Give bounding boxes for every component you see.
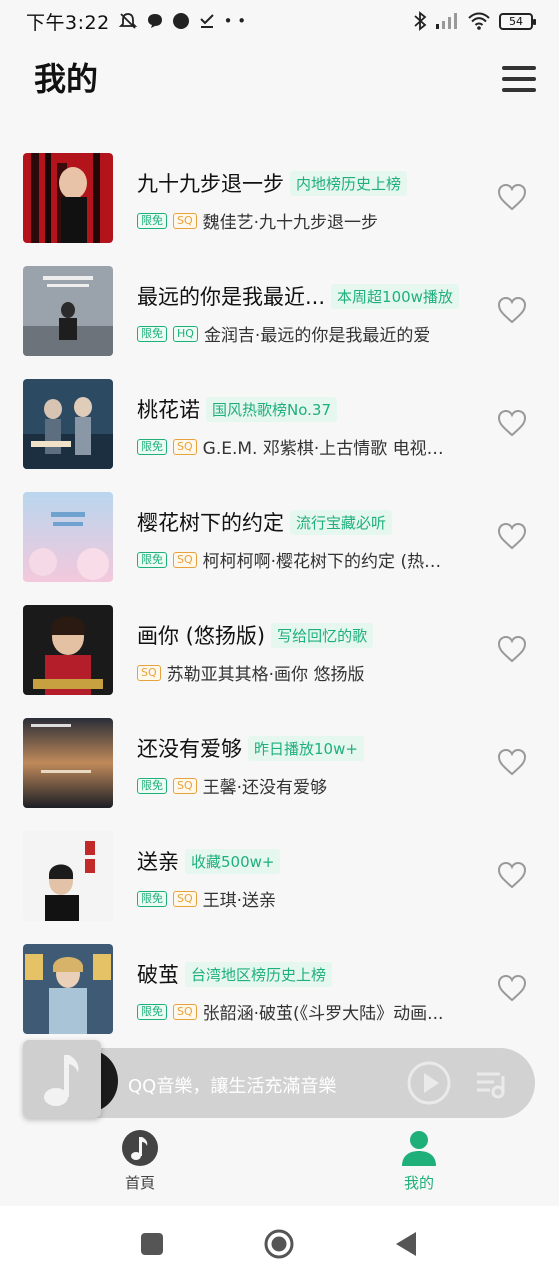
- sq-badge: SQ: [173, 438, 197, 455]
- album-cover: [23, 718, 113, 808]
- more-notifications-icon: • •: [223, 12, 247, 30]
- heart-icon[interactable]: [496, 634, 528, 664]
- song-artist: G.E.M. 邓紫棋·上古情歌 电视剧...: [202, 439, 453, 459]
- record-dot-icon: [172, 13, 189, 29]
- song-title: 画你 (悠扬版): [137, 624, 266, 648]
- heart-icon[interactable]: [496, 860, 528, 890]
- system-nav-bar: [0, 1206, 559, 1280]
- song-artist: 魏佳艺·九十九步退一步: [202, 213, 379, 233]
- chat-bubble-icon: [147, 14, 162, 28]
- heart-icon[interactable]: [496, 182, 528, 212]
- sq-badge: SQ: [173, 890, 197, 907]
- free-badge: 限免: [137, 438, 167, 455]
- heart-icon[interactable]: [496, 973, 528, 1003]
- song-artist: 苏勒亚其其格·画你 悠扬版: [166, 665, 365, 685]
- back-icon[interactable]: [390, 1228, 422, 1260]
- album-cover: [23, 831, 113, 921]
- play-icon[interactable]: [406, 1060, 452, 1106]
- free-badge: 限免: [137, 325, 167, 342]
- tab-home[interactable]: 首頁: [90, 1128, 190, 1202]
- song-title: 樱花树下的约定: [137, 511, 284, 535]
- song-row[interactable]: 桃花诺 国风热歌榜No.37 限免 SQ G.E.M. 邓紫棋·上古情歌 电视剧…: [0, 366, 559, 479]
- status-bar: 下午3:22 • • 54: [0, 0, 559, 42]
- hamburger-menu-icon[interactable]: [502, 64, 536, 94]
- music-note-icon: [44, 1055, 79, 1106]
- song-row[interactable]: 最远的你是我最近... 本周超100w播放 限免 HQ 金润吉·最远的你是我最近…: [0, 253, 559, 366]
- free-badge: 限免: [137, 551, 167, 568]
- song-artist: 张韶涵·破茧(《斗罗大陆》动画...: [202, 1004, 444, 1024]
- sq-badge: SQ: [173, 1003, 197, 1020]
- download-check-icon: [199, 14, 214, 28]
- bottom-tab-bar: 首頁 我的: [0, 1122, 559, 1206]
- heart-icon[interactable]: [496, 521, 528, 551]
- battery-icon: 54: [499, 12, 536, 30]
- album-cover: [23, 492, 113, 582]
- album-cover: [23, 153, 113, 243]
- bluetooth-icon: [414, 11, 427, 31]
- song-artist: 王馨·还没有爱够: [202, 778, 328, 798]
- recent-apps-icon[interactable]: [136, 1228, 168, 1260]
- tab-home-label: 首頁: [124, 1174, 155, 1192]
- tab-mine[interactable]: 我的: [369, 1128, 469, 1202]
- song-tag: 写给回忆的歌: [271, 622, 374, 648]
- free-badge: 限免: [137, 212, 167, 229]
- mini-player-cover[interactable]: [23, 1040, 101, 1118]
- battery-level: 54: [509, 14, 523, 28]
- song-tag: 收藏500w+: [185, 848, 281, 874]
- free-badge: 限免: [137, 1003, 167, 1020]
- song-row[interactable]: 樱花树下的约定 流行宝藏必听 限免 SQ 柯柯柯啊·樱花树下的约定 (热搜...: [0, 479, 559, 592]
- song-row[interactable]: 九十九步退一步 内地榜历史上榜 限免 SQ 魏佳艺·九十九步退一步: [0, 140, 559, 253]
- mini-player-text: QQ音樂，讓生活充滿音樂: [128, 1076, 337, 1097]
- free-badge: 限免: [137, 777, 167, 794]
- song-tag: 内地榜历史上榜: [290, 170, 408, 196]
- album-cover: [23, 266, 113, 356]
- heart-icon[interactable]: [496, 408, 528, 438]
- hq-badge: HQ: [173, 325, 198, 342]
- music-disc-icon: [122, 1130, 158, 1166]
- song-title: 九十九步退一步: [137, 172, 284, 196]
- mute-notification-icon: [118, 13, 137, 29]
- song-tag: 流行宝藏必听: [290, 509, 393, 535]
- album-cover: [23, 605, 113, 695]
- song-row[interactable]: 送亲 收藏500w+ 限免 SQ 王琪·送亲: [0, 818, 559, 931]
- song-tag: 本周超100w播放: [331, 283, 459, 309]
- page-header: 我的: [0, 42, 559, 120]
- sq-badge: SQ: [173, 212, 197, 229]
- free-badge: 限免: [137, 890, 167, 907]
- wifi-icon: [468, 12, 490, 30]
- song-title: 送亲: [137, 850, 179, 874]
- status-time: 下午3:22: [26, 11, 110, 34]
- song-title: 最远的你是我最近...: [137, 285, 326, 309]
- song-row[interactable]: 还没有爱够 昨日播放10w+ 限免 SQ 王馨·还没有爱够: [0, 705, 559, 818]
- song-tag: 台湾地区榜历史上榜: [185, 961, 333, 987]
- song-artist: 王琪·送亲: [202, 891, 277, 911]
- song-title: 桃花诺: [137, 398, 200, 422]
- home-button-icon[interactable]: [263, 1228, 295, 1260]
- sq-badge: SQ: [173, 777, 197, 794]
- song-list: 九十九步退一步 内地榜历史上榜 限免 SQ 魏佳艺·九十九步退一步 最远的你是我…: [0, 140, 559, 1044]
- song-title: 破茧: [137, 963, 179, 987]
- song-artist: 柯柯柯啊·樱花树下的约定 (热搜...: [202, 552, 453, 572]
- song-tag: 昨日播放10w+: [248, 735, 364, 761]
- song-tag: 国风热歌榜No.37: [206, 396, 337, 422]
- song-row[interactable]: 破茧 台湾地区榜历史上榜 限免 SQ 张韶涵·破茧(《斗罗大陆》动画...: [0, 931, 559, 1044]
- song-artist: 金润吉·最远的你是我最近的爱: [203, 326, 431, 346]
- user-icon: [402, 1131, 436, 1166]
- heart-icon[interactable]: [496, 747, 528, 777]
- page-title: 我的: [34, 60, 99, 98]
- song-title: 还没有爱够: [137, 737, 242, 761]
- album-cover: [23, 944, 113, 1034]
- sq-badge: SQ: [137, 664, 161, 681]
- song-row[interactable]: 画你 (悠扬版) 写给回忆的歌 SQ 苏勒亚其其格·画你 悠扬版: [0, 592, 559, 705]
- heart-icon[interactable]: [496, 295, 528, 325]
- tab-mine-label: 我的: [403, 1174, 434, 1192]
- playlist-icon[interactable]: [474, 1066, 510, 1100]
- album-cover: [23, 379, 113, 469]
- sq-badge: SQ: [173, 551, 197, 568]
- signal-icon: [436, 13, 457, 29]
